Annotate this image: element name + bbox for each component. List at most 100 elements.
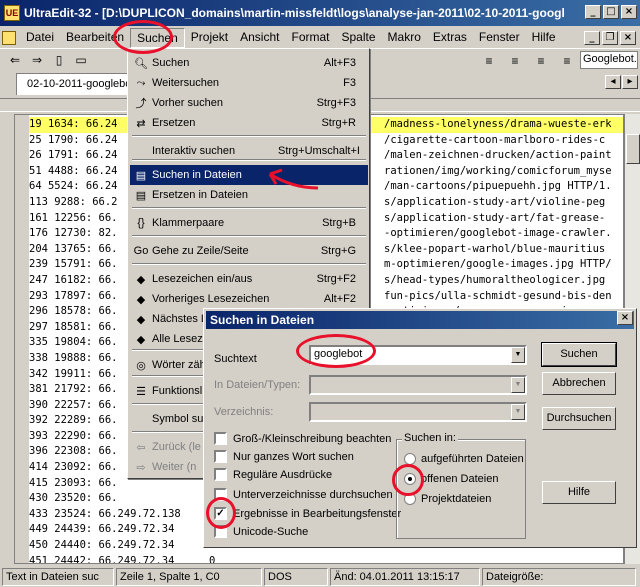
toolbar-search-combo[interactable]: Googlebot.: [580, 51, 638, 69]
menu-datei[interactable]: Datei: [20, 28, 60, 48]
checkbox-box[interactable]: [214, 450, 227, 463]
line-prefix: 247 16182: 66.: [29, 273, 118, 286]
file-tab[interactable]: 02-10-2011-googlebo: [16, 73, 143, 95]
dateien-typen-combo[interactable]: ▼: [309, 375, 527, 395]
open-folder-icon[interactable]: ▭: [70, 50, 92, 70]
arrow-left-icon[interactable]: ⇐: [4, 50, 26, 70]
new-file-icon[interactable]: ▯: [48, 50, 70, 70]
menu-item-label: Lesezeichen ein/aus: [152, 273, 253, 285]
radio-dot[interactable]: [404, 473, 416, 485]
find-next-icon: ⤳: [136, 76, 146, 89]
hilfe-button[interactable]: Hilfe: [542, 481, 616, 504]
suchen-in-radio[interactable]: Projektdateien: [404, 493, 491, 505]
status-filesize: Dateigröße:: [482, 567, 636, 586]
combo-arrow-icon[interactable]: ▼: [511, 377, 525, 393]
status-format: DOS: [264, 567, 328, 586]
justify-icon[interactable]: ≡: [556, 51, 578, 71]
radio-dot[interactable]: [404, 493, 416, 505]
mdi-minimize-icon[interactable]: _: [584, 31, 600, 45]
search-menu-item[interactable]: ⤳ Weitersuchen F3: [130, 73, 368, 93]
suchen-in-radio[interactable]: aufgeführten Dateien: [404, 453, 524, 465]
checkbox-box[interactable]: [214, 432, 227, 445]
line-prefix: 390 22257: 66.: [29, 398, 118, 411]
editor-line[interactable]: 451 24442: 66.249.72.34 0: [29, 554, 623, 563]
close-icon[interactable]: ×: [621, 5, 637, 19]
combo-arrow-icon[interactable]: ▼: [511, 347, 525, 363]
menu-separator: [132, 207, 366, 209]
window-titlebar[interactable]: UE UltraEdit-32 - [D:\DUPLICON_domains\m…: [0, 0, 640, 26]
abbrechen-button[interactable]: Abbrechen: [542, 372, 616, 395]
checkbox-box[interactable]: [214, 525, 227, 538]
menu-fenster[interactable]: Fenster: [473, 28, 526, 48]
minimize-icon[interactable]: _: [585, 5, 601, 19]
alignment-buttons: ≡ ≡ ≡ ≡: [478, 51, 578, 71]
combo-arrow-icon[interactable]: ▼: [511, 404, 525, 420]
menu-spalte[interactable]: Spalte: [336, 28, 382, 48]
search-menu-item[interactable]: Interaktiv suchen Strg+Umschalt+I: [130, 141, 368, 161]
search-menu-item[interactable]: {} Klammerpaare Strg+B: [130, 213, 368, 233]
line-prefix: 113 9288: 66.2: [29, 195, 118, 208]
search-menu-item[interactable]: ⤴ Vorher suchen Strg+F3: [130, 93, 368, 113]
menu-item-label: Interaktiv suchen: [152, 145, 236, 157]
dialog-close-icon[interactable]: ×: [617, 311, 633, 325]
line-prefix: 449 24439: 66.249.72.34: [29, 523, 175, 536]
arrow-right-icon[interactable]: ⇒: [26, 50, 48, 70]
mdi-restore-icon[interactable]: ❐: [602, 31, 618, 45]
suchen-in-radio[interactable]: offenen Dateien: [404, 473, 498, 485]
search-menu-item[interactable]: 🔍︎ Suchen Alt+F3: [130, 53, 368, 73]
menu-extras[interactable]: Extras: [427, 28, 473, 48]
checkbox-box[interactable]: [214, 488, 227, 501]
align-left-icon[interactable]: ≡: [478, 51, 500, 71]
mdi-close-icon[interactable]: ×: [620, 31, 636, 45]
menu-item-label: Weitersuchen: [152, 77, 220, 89]
document-menu-icon[interactable]: [2, 31, 16, 45]
tab-scroll-buttons: ◂ ▸: [605, 75, 638, 89]
search-menu-item[interactable]: ⇄ Ersetzen Strg+R: [130, 113, 368, 133]
search-menu-item[interactable]: ◆ Vorheriges Lesezeichen Alt+F2: [130, 289, 368, 309]
menu-makro[interactable]: Makro: [382, 28, 427, 48]
menu-bearbeiten[interactable]: Bearbeiten: [60, 28, 130, 48]
menu-items: Datei Bearbeiten Suchen Projekt Ansicht Forma…: [20, 28, 562, 48]
maximize-icon[interactable]: □: [603, 5, 619, 19]
align-right-icon[interactable]: ≡: [530, 51, 552, 71]
radio-dot[interactable]: [404, 453, 416, 465]
back-icon: ⇦: [136, 441, 146, 454]
radio-label: aufgeführten Dateien: [421, 453, 524, 465]
menubar: Datei Bearbeiten Suchen Projekt Ansicht Forma…: [0, 28, 640, 48]
tab-scroll-right-icon[interactable]: ▸: [622, 75, 638, 89]
menu-ansicht[interactable]: Ansicht: [234, 28, 285, 48]
line-fragment: rationen/img/working/comicforum_myse: [384, 164, 612, 177]
checkbox-box[interactable]: [214, 468, 227, 481]
search-menu-item[interactable]: ◆ Lesezeichen ein/aus Strg+F2: [130, 269, 368, 289]
search-menu-item[interactable]: ▤ Ersetzen in Dateien: [130, 185, 368, 205]
ultraedit-app-icon[interactable]: UE: [4, 5, 20, 21]
align-center-icon[interactable]: ≡: [504, 51, 526, 71]
option-checkbox[interactable]: ✓ Ergebnisse in Bearbeitungsfenster: [214, 507, 401, 520]
option-checkbox[interactable]: Groß-/Kleinschreibung beachten: [214, 432, 391, 445]
menu-hilfe[interactable]: Hilfe: [526, 28, 562, 48]
line-prefix: 414 23092: 66.: [29, 461, 118, 474]
checkbox-label: Groß-/Kleinschreibung beachten: [233, 432, 392, 445]
bookmark-prev-icon: ◆: [136, 293, 146, 306]
search-menu-item[interactable]: ▤ Suchen in Dateien: [130, 165, 368, 185]
scrollbar-thumb[interactable]: [626, 134, 640, 164]
suchtext-label: Suchtext: [214, 353, 257, 365]
option-checkbox[interactable]: Unterverzeichnisse durchsuchen: [214, 488, 393, 501]
search-menu-item[interactable]: Go Gehe zu Zeile/Seite Strg+G: [130, 241, 368, 261]
tab-scroll-left-icon[interactable]: ◂: [605, 75, 621, 89]
line-fragment: fun-pics/ulla-schmidt-gesund-bis-den: [384, 289, 612, 302]
option-checkbox[interactable]: Reguläre Ausdrücke: [214, 468, 332, 481]
suchen-button[interactable]: Suchen: [541, 342, 617, 367]
option-checkbox[interactable]: Unicode-Suche: [214, 525, 308, 538]
verzeichnis-combo[interactable]: ▼: [309, 402, 527, 422]
checkmark-icon[interactable]: ✓: [214, 507, 227, 520]
menu-item-shortcut: Strg+R: [321, 117, 356, 129]
durchsuchen-button[interactable]: Durchsuchen: [542, 407, 616, 430]
line-prefix: 450 24440: 66.249.72.34: [29, 539, 175, 552]
line-prefix: 415 23093: 66.: [29, 476, 118, 489]
option-checkbox[interactable]: Nur ganzes Wort suchen: [214, 450, 354, 463]
menu-format[interactable]: Format: [285, 28, 335, 48]
menu-projekt[interactable]: Projekt: [185, 28, 234, 48]
menu-suchen[interactable]: Suchen: [130, 28, 185, 48]
suchtext-combo[interactable]: googlebot ▼: [309, 345, 527, 365]
